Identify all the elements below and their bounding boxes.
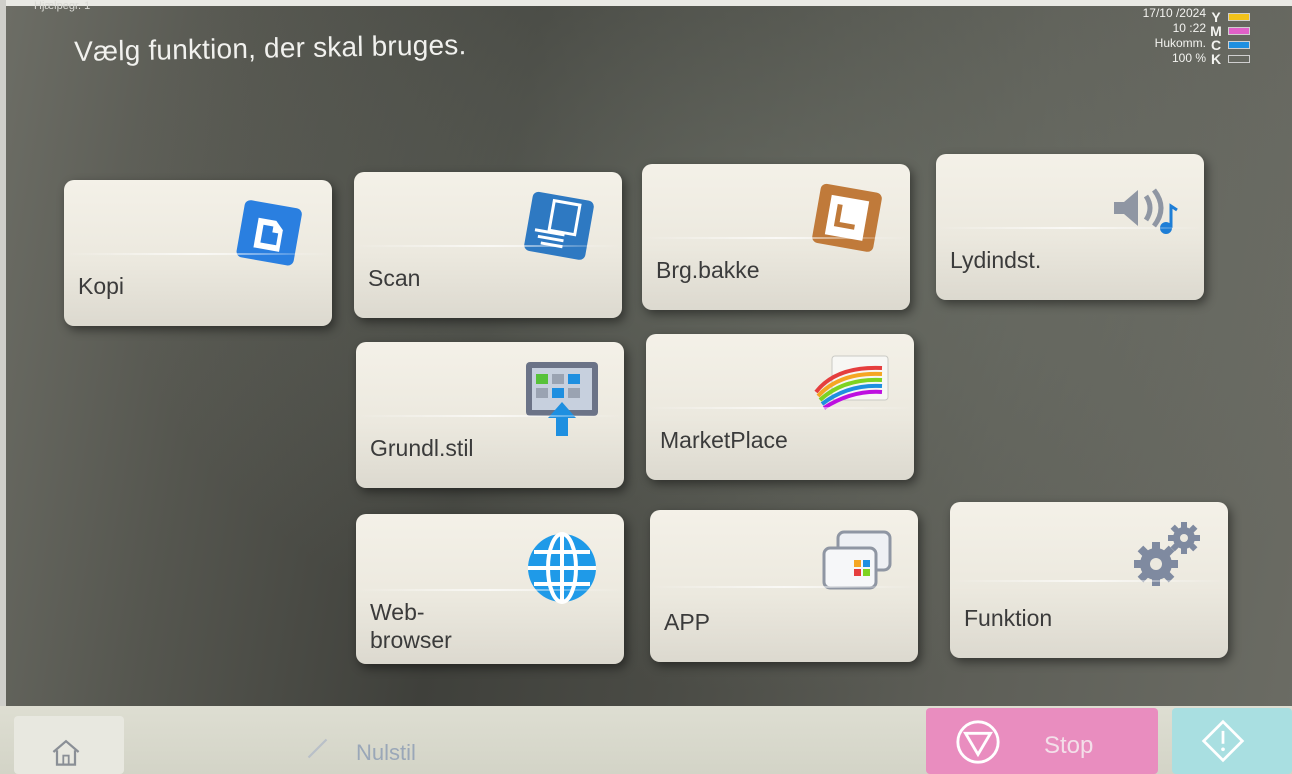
screen-bezel-left [0,0,6,774]
globe-icon [528,532,596,604]
tile-label: MarketPlace [660,427,788,453]
pencil-icon [307,738,328,759]
reset-label: Nulstil [356,740,416,765]
tile-app[interactable]: APP [650,510,918,662]
tile-kopi[interactable]: Kopi [64,180,332,326]
toner-m: M [1210,23,1274,39]
toner-levels: Y M C K [1210,9,1274,67]
home-icon [52,739,80,766]
tile-label: Brg.bakke [656,257,760,283]
start-icon [1201,719,1245,763]
toner-c: C [1210,37,1274,53]
tile-grundl-stil[interactable]: Grundl.stil [356,342,624,488]
status-memory-value: 100 % [1171,51,1206,65]
toner-bar-cyan [1228,41,1250,49]
marketplace-icon [814,355,889,410]
tile-lydindst[interactable]: Lydindst. [936,154,1204,300]
tile-label: Kopi [78,273,125,299]
reset-button[interactable]: Nulstil [290,718,450,772]
tile-label: APP [664,609,711,635]
tile-marketplace[interactable]: MarketPlace [646,334,914,480]
toner-bar-yellow [1228,13,1250,21]
toner-letter: K [1210,51,1222,67]
default-setting-icon [526,362,598,436]
status-panel: 17/10 /2024 10 :22 Hukomm. 100 % [1082,6,1206,66]
stop-label: Stop [1044,732,1094,759]
tile-brg-bakke[interactable]: Brg.bakke [642,164,910,310]
page-title: Vælg funktion, der skal bruges. [74,29,467,67]
user-box-icon [812,183,882,252]
speaker-icon [1114,188,1178,234]
start-button[interactable] [1172,708,1292,774]
toner-bar-black [1228,55,1250,63]
tile-label: Scan [368,265,421,291]
tile-webbrowser[interactable]: Web- browser [356,514,624,664]
tile-label-line1: Web- [370,599,425,625]
toner-bar-magenta [1228,27,1250,35]
stop-button[interactable]: Stop [926,708,1158,774]
tile-label: Lydindst. [950,247,1042,273]
home-button[interactable] [14,716,124,774]
tile-label: Web- browser [370,598,452,654]
toner-y: Y [1210,9,1274,25]
tile-scan[interactable]: Scan [354,172,622,318]
gears-icon [1134,522,1200,586]
toner-k: K [1210,51,1274,67]
scan-icon [524,191,594,260]
status-time: 10 :22 [1172,21,1206,35]
app-icon [822,530,892,590]
tile-label-line2: browser [370,627,452,653]
status-memory-label: Hukomm. [1154,36,1206,50]
stop-icon [956,720,1000,764]
tile-funktion[interactable]: Funktion [950,502,1228,658]
corner-label: Hjælpegr. 1 [34,0,91,12]
tile-label: Grundl.stil [370,435,474,461]
status-date: 17/10 /2024 [1142,6,1206,20]
tile-label: Funktion [964,605,1053,631]
copy-icon [236,200,302,266]
